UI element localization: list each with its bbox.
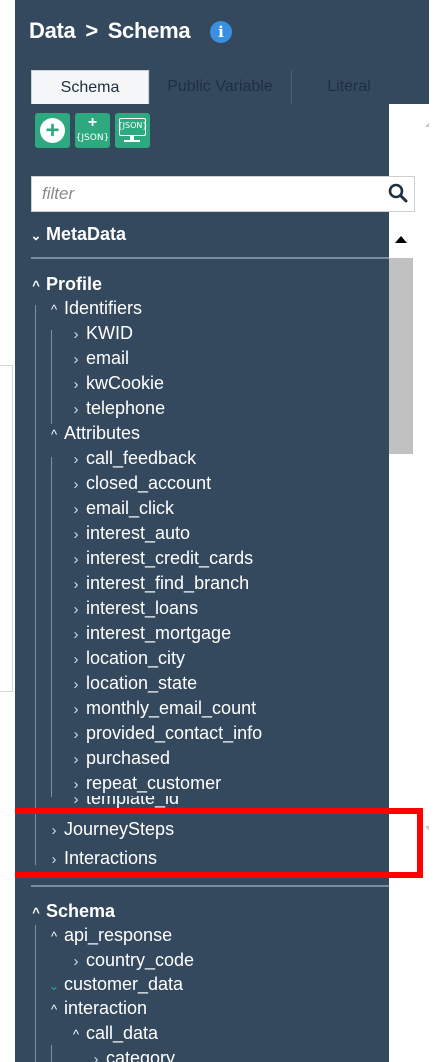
chevron-up-icon: ^ — [32, 905, 40, 920]
chevron-right-icon: › — [73, 576, 79, 593]
breadcrumb-data[interactable]: Data — [29, 18, 76, 43]
chevron-right-icon: › — [73, 796, 79, 808]
view-json-icon: {JSON} — [118, 118, 147, 143]
tree-scroll-up-icon[interactable] — [395, 236, 407, 243]
list-item[interactable]: › interest_auto — [69, 521, 191, 546]
tree-node-metadata[interactable]: ⌄ MetaData — [29, 222, 126, 247]
chevron-right-icon: › — [73, 551, 79, 568]
section-divider — [31, 885, 389, 887]
list-item[interactable]: › location_city — [69, 646, 186, 671]
list-item[interactable]: › kwCookie — [69, 371, 165, 396]
chevron-right-icon: › — [73, 401, 79, 418]
list-item[interactable]: › email_click — [69, 496, 175, 521]
chevron-up-icon: ^ — [50, 929, 58, 944]
chevron-down-icon: ⌄ — [48, 978, 60, 993]
filter-input[interactable] — [32, 177, 382, 211]
chevron-up-icon: ^ — [50, 427, 58, 442]
tab-schema[interactable]: Schema — [31, 70, 149, 105]
list-item[interactable]: › interest_credit_cards — [69, 546, 254, 571]
add-schema-button[interactable]: + — [35, 113, 70, 148]
chevron-right-icon: › — [73, 726, 79, 743]
chevron-right-icon: › — [73, 376, 79, 393]
add-circle-icon: + — [40, 118, 65, 143]
scroll-down-arrow-icon[interactable] — [425, 826, 429, 833]
tree-node-schema[interactable]: ^ Schema — [29, 899, 115, 924]
tree-guide-line — [51, 457, 52, 797]
tree-scrollbar-thumb[interactable] — [389, 258, 413, 454]
tree-node-identifiers[interactable]: ^ Identifiers — [47, 296, 142, 321]
list-item[interactable]: › provided_contact_info — [69, 721, 263, 746]
view-json-button[interactable]: {JSON} — [115, 113, 150, 148]
tree-guide-line — [35, 305, 36, 865]
list-item[interactable]: › closed_account — [69, 471, 212, 496]
tree-node-call-data[interactable]: ^ call_data — [69, 1021, 158, 1046]
list-item[interactable]: › KWID — [69, 321, 134, 346]
list-item[interactable]: › purchased — [69, 746, 171, 771]
filter-box — [31, 176, 415, 212]
chevron-right-icon: › — [73, 501, 79, 518]
info-icon[interactable]: i — [210, 21, 232, 43]
search-icon[interactable] — [388, 183, 408, 203]
list-item[interactable]: › location_state — [69, 671, 198, 696]
chevron-right-icon: › — [73, 751, 79, 768]
chevron-up-icon: ^ — [50, 1002, 58, 1017]
list-item[interactable]: › call_feedback — [69, 446, 197, 471]
chevron-right-icon: › — [73, 626, 79, 643]
section-divider — [31, 257, 389, 259]
list-item[interactable]: › country_code — [69, 948, 195, 973]
list-item[interactable]: › telephone — [69, 396, 166, 421]
background-window-edge — [0, 365, 13, 692]
tree-guide-line — [51, 1045, 52, 1062]
highlight-box — [15, 808, 423, 878]
list-item[interactable]: › category — [89, 1046, 176, 1062]
schema-panel: Data > Schema i Schema Public Variable L… — [15, 0, 429, 1062]
list-item[interactable]: › interest_mortgage — [69, 621, 232, 646]
tab-literal[interactable]: Literal — [291, 70, 406, 104]
list-item[interactable]: › monthly_email_count — [69, 696, 257, 721]
list-item[interactable]: › interest_loans — [69, 596, 199, 621]
chevron-up-icon: ^ — [50, 302, 58, 317]
chevron-down-icon: ⌄ — [30, 228, 42, 243]
chevron-right-icon: › — [73, 676, 79, 693]
view-json-text: {JSON} — [117, 121, 148, 130]
chevron-right-icon: › — [73, 476, 79, 493]
add-json-button[interactable]: + {JSON} — [75, 113, 110, 148]
tree-node-interaction[interactable]: ^ interaction — [47, 996, 147, 1021]
page-title: Schema — [107, 18, 191, 43]
scroll-up-arrow-icon[interactable] — [425, 120, 429, 127]
chevron-right-icon: › — [73, 451, 79, 468]
tree-node-profile[interactable]: ^ Profile — [29, 272, 102, 297]
chevron-right-icon: › — [73, 326, 79, 343]
chevron-right-icon: › — [93, 1051, 99, 1062]
chevron-up-icon: ^ — [32, 278, 40, 293]
tab-public-variable[interactable]: Public Variable — [149, 70, 290, 104]
chevron-right-icon: › — [73, 351, 79, 368]
list-item[interactable]: › repeat_customer — [69, 771, 222, 796]
chevron-up-icon: ^ — [72, 1027, 80, 1042]
chevron-right-icon: › — [73, 701, 79, 718]
tree-node-api-response[interactable]: ^ api_response — [47, 923, 172, 948]
list-item[interactable]: › interest_find_branch — [69, 571, 250, 596]
tree-node-attributes[interactable]: ^ Attributes — [47, 421, 140, 446]
tree-node-customer-data[interactable]: ⌄ customer_data — [47, 972, 184, 997]
chevron-right-icon: › — [73, 953, 79, 970]
tree-guide-line — [35, 925, 36, 1062]
chevron-right-icon: › — [73, 526, 79, 543]
list-item-clipped[interactable]: › template_id — [69, 796, 369, 808]
tree-guide-line — [51, 330, 52, 424]
add-json-icon: + {JSON} — [75, 114, 110, 144]
breadcrumb: Data > Schema — [29, 18, 191, 44]
add-json-text: {JSON} — [75, 133, 110, 143]
list-item[interactable]: › email — [69, 346, 130, 371]
chevron-right-icon: › — [73, 776, 79, 793]
chevron-right-icon: › — [73, 651, 79, 668]
breadcrumb-separator: > — [85, 18, 98, 43]
chevron-right-icon: › — [73, 601, 79, 618]
